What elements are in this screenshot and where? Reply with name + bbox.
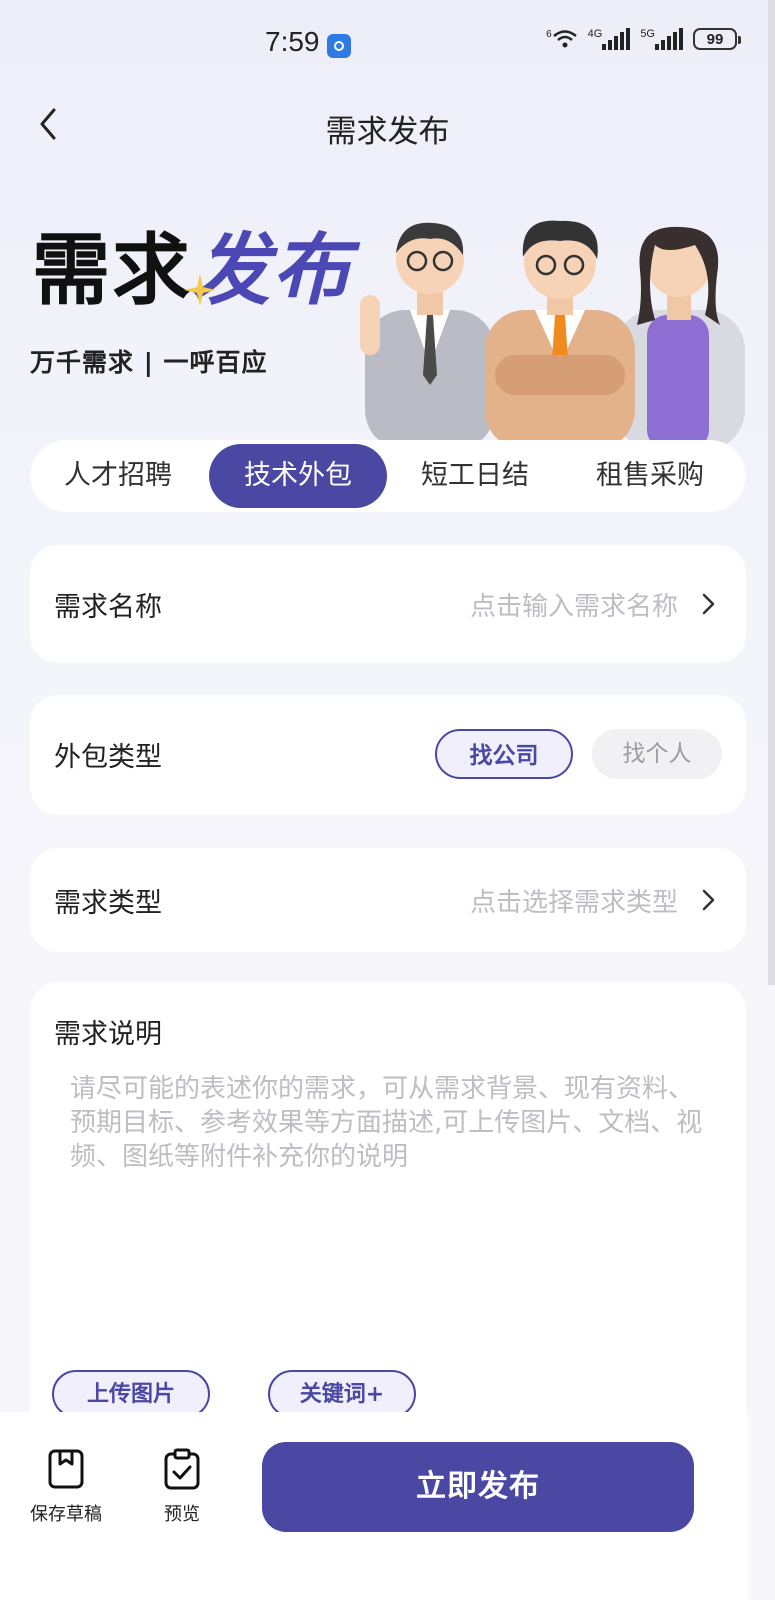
draft-icon <box>48 1449 84 1489</box>
page-title: 需求发布 <box>325 114 450 150</box>
tab-rent-purchase[interactable]: 租售采购 <box>570 444 730 508</box>
demand-type-label: 需求类型 <box>54 888 162 919</box>
demand-name-input[interactable]: 点击输入需求名称 <box>470 586 678 623</box>
status-time: 7:59 <box>265 26 320 57</box>
business-people-illustration <box>360 220 745 445</box>
preview-label: 预览 <box>164 1504 200 1525</box>
app-notification-icon <box>327 34 351 58</box>
status-bar: 7:59 6 4G 5G 99 <box>0 0 775 90</box>
banner: 需求发布 万千需求 | 一呼百应 <box>0 200 775 445</box>
description-label: 需求说明 <box>54 1019 162 1050</box>
chevron-right-icon <box>702 593 715 615</box>
upload-image-button[interactable]: 上传图片 <box>52 1370 210 1418</box>
demand-name-row[interactable]: 需求名称 点击输入需求名称 <box>30 545 746 663</box>
signal-5g-label: 5G <box>640 28 655 40</box>
demand-type-row[interactable]: 需求类型 点击选择需求类型 <box>30 848 746 952</box>
category-tabs: 人才招聘 技术外包 短工日结 租售采购 <box>30 440 746 512</box>
description-textarea[interactable]: 请尽可能的表述你的需求，可从需求背景、现有资料、预期目标、参考效果等方面描述,可… <box>70 1072 710 1174</box>
tab-talent-recruitment[interactable]: 人才招聘 <box>38 444 198 508</box>
demand-type-select[interactable]: 点击选择需求类型 <box>470 882 678 919</box>
tab-short-term-work[interactable]: 短工日结 <box>395 444 555 508</box>
bottom-action-bar: 保存草稿 预览 立即发布 <box>0 1412 748 1600</box>
nav-bar: 需求发布 <box>0 90 775 160</box>
banner-subtitle: 万千需求 | 一呼百应 <box>30 348 268 377</box>
demand-name-label: 需求名称 <box>54 592 162 623</box>
signal-4g-icon: 4G <box>588 28 631 50</box>
find-individual-option[interactable]: 找个人 <box>592 729 722 779</box>
chevron-right-icon <box>702 889 715 911</box>
scrollbar[interactable] <box>768 0 775 985</box>
battery-level: 99 <box>706 30 724 48</box>
status-icons: 6 4G 5G 99 <box>546 28 741 50</box>
battery-icon: 99 <box>693 28 741 50</box>
outsource-type-label: 外包类型 <box>54 742 162 773</box>
find-company-option[interactable]: 找公司 <box>435 729 573 779</box>
keywords-button[interactable]: 关键词+ <box>268 1370 416 1418</box>
save-draft-button[interactable]: 保存草稿 <box>28 1448 104 1526</box>
save-draft-label: 保存草稿 <box>30 1504 102 1525</box>
tab-tech-outsourcing[interactable]: 技术外包 <box>209 444 387 508</box>
outsource-type-row: 外包类型 找公司 找个人 <box>30 695 746 815</box>
sparkle-decoration-icon <box>184 274 216 306</box>
wifi-icon: 6 <box>546 29 578 49</box>
signal-5g-icon: 5G <box>640 28 683 50</box>
banner-title-part1: 需求 <box>32 226 193 316</box>
preview-button[interactable]: 预览 <box>152 1448 212 1526</box>
clipboard-check-icon <box>164 1448 200 1490</box>
description-card: 需求说明 请尽可能的表述你的需求，可从需求背景、现有资料、预期目标、参考效果等方… <box>30 982 746 1452</box>
publish-now-button[interactable]: 立即发布 <box>262 1442 694 1532</box>
signal-4g-label: 4G <box>587 28 603 40</box>
